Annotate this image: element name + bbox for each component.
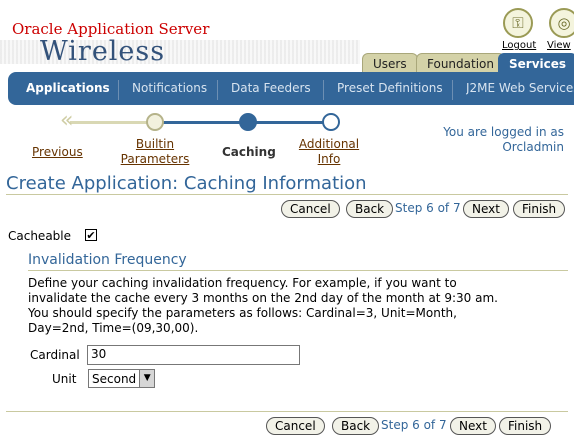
next-button[interactable]: Next (463, 200, 509, 218)
cardinal-field[interactable]: 30 (87, 345, 300, 365)
unit-label: Unit (52, 372, 77, 386)
section-divider (28, 270, 568, 271)
tab-foundation[interactable]: Foundation (416, 53, 505, 72)
brand-product: Wireless (40, 36, 166, 67)
finish-button[interactable]: Finish (513, 200, 566, 218)
nav-separator (217, 80, 218, 100)
train-builtin-line2: Parameters (120, 152, 190, 166)
train-additional-link[interactable]: Additional Info (296, 137, 362, 167)
description-line: Day=2nd, Time=(09,30,00). (28, 321, 199, 335)
nav-applications[interactable]: Applications (26, 72, 110, 105)
footer-divider (6, 411, 568, 412)
nav-separator (452, 80, 453, 100)
login-line1: You are logged in as (443, 125, 564, 139)
unit-select[interactable]: Second ▼ (88, 369, 156, 388)
nav-j2me-web-services[interactable]: J2ME Web Services (466, 72, 574, 105)
back-button[interactable]: Back (332, 417, 380, 435)
train-previous-link[interactable]: Previous (32, 145, 83, 160)
step-indicator: Step 6 of 7 (381, 418, 447, 432)
description-line: Define your caching invalidation frequen… (28, 276, 457, 290)
step-indicator: Step 6 of 7 (395, 201, 461, 215)
train-node-caching (239, 113, 257, 131)
page-title: Create Application: Caching Information (6, 173, 367, 194)
unit-select-value: Second (92, 371, 137, 386)
train-current-label: Caching (222, 145, 276, 159)
next-button[interactable]: Next (450, 417, 496, 435)
nav-separator (323, 80, 324, 100)
cardinal-label: Cardinal (30, 348, 80, 362)
section-title: Invalidation Frequency (28, 252, 187, 268)
description-line: You should specify the parameters as fol… (28, 306, 457, 320)
train-builtin-line1: Builtin (135, 137, 175, 151)
double-chevron-left-icon[interactable]: « (60, 110, 73, 132)
train-node-additional[interactable] (322, 113, 340, 131)
train-additional-line1: Additional (298, 137, 360, 151)
description-line: invalidate the cache every 3 months on t… (28, 291, 498, 305)
nav-separator (118, 80, 119, 100)
back-button[interactable]: Back (346, 200, 394, 218)
train-node-builtin[interactable] (146, 113, 164, 131)
key-icon[interactable]: ⚿ (503, 8, 533, 38)
nav-data-feeders[interactable]: Data Feeders (231, 72, 311, 105)
cacheable-checkbox[interactable]: ✔ (85, 229, 97, 241)
cancel-button[interactable]: Cancel (281, 200, 340, 218)
cancel-button[interactable]: Cancel (266, 417, 325, 435)
login-status: You are logged in as Orcladmin (443, 125, 564, 155)
nav-notifications[interactable]: Notifications (132, 72, 207, 105)
tab-services[interactable]: Services (498, 53, 574, 72)
nav-preset-definitions[interactable]: Preset Definitions (337, 72, 443, 105)
section-description: Define your caching invalidation frequen… (28, 276, 508, 336)
login-user: Orcladmin (502, 140, 564, 154)
cacheable-label: Cacheable (8, 229, 72, 243)
logout-link[interactable]: Logout (502, 40, 536, 51)
finish-button[interactable]: Finish (499, 417, 552, 435)
chevron-down-icon[interactable]: ▼ (139, 370, 155, 387)
view-link[interactable]: View (547, 40, 571, 51)
view-icon[interactable]: ◎ (549, 8, 574, 38)
tab-users[interactable]: Users (362, 53, 418, 72)
train-builtin-link[interactable]: Builtin Parameters (118, 137, 192, 167)
title-divider (6, 194, 568, 195)
train-additional-line2: Info (317, 152, 341, 166)
